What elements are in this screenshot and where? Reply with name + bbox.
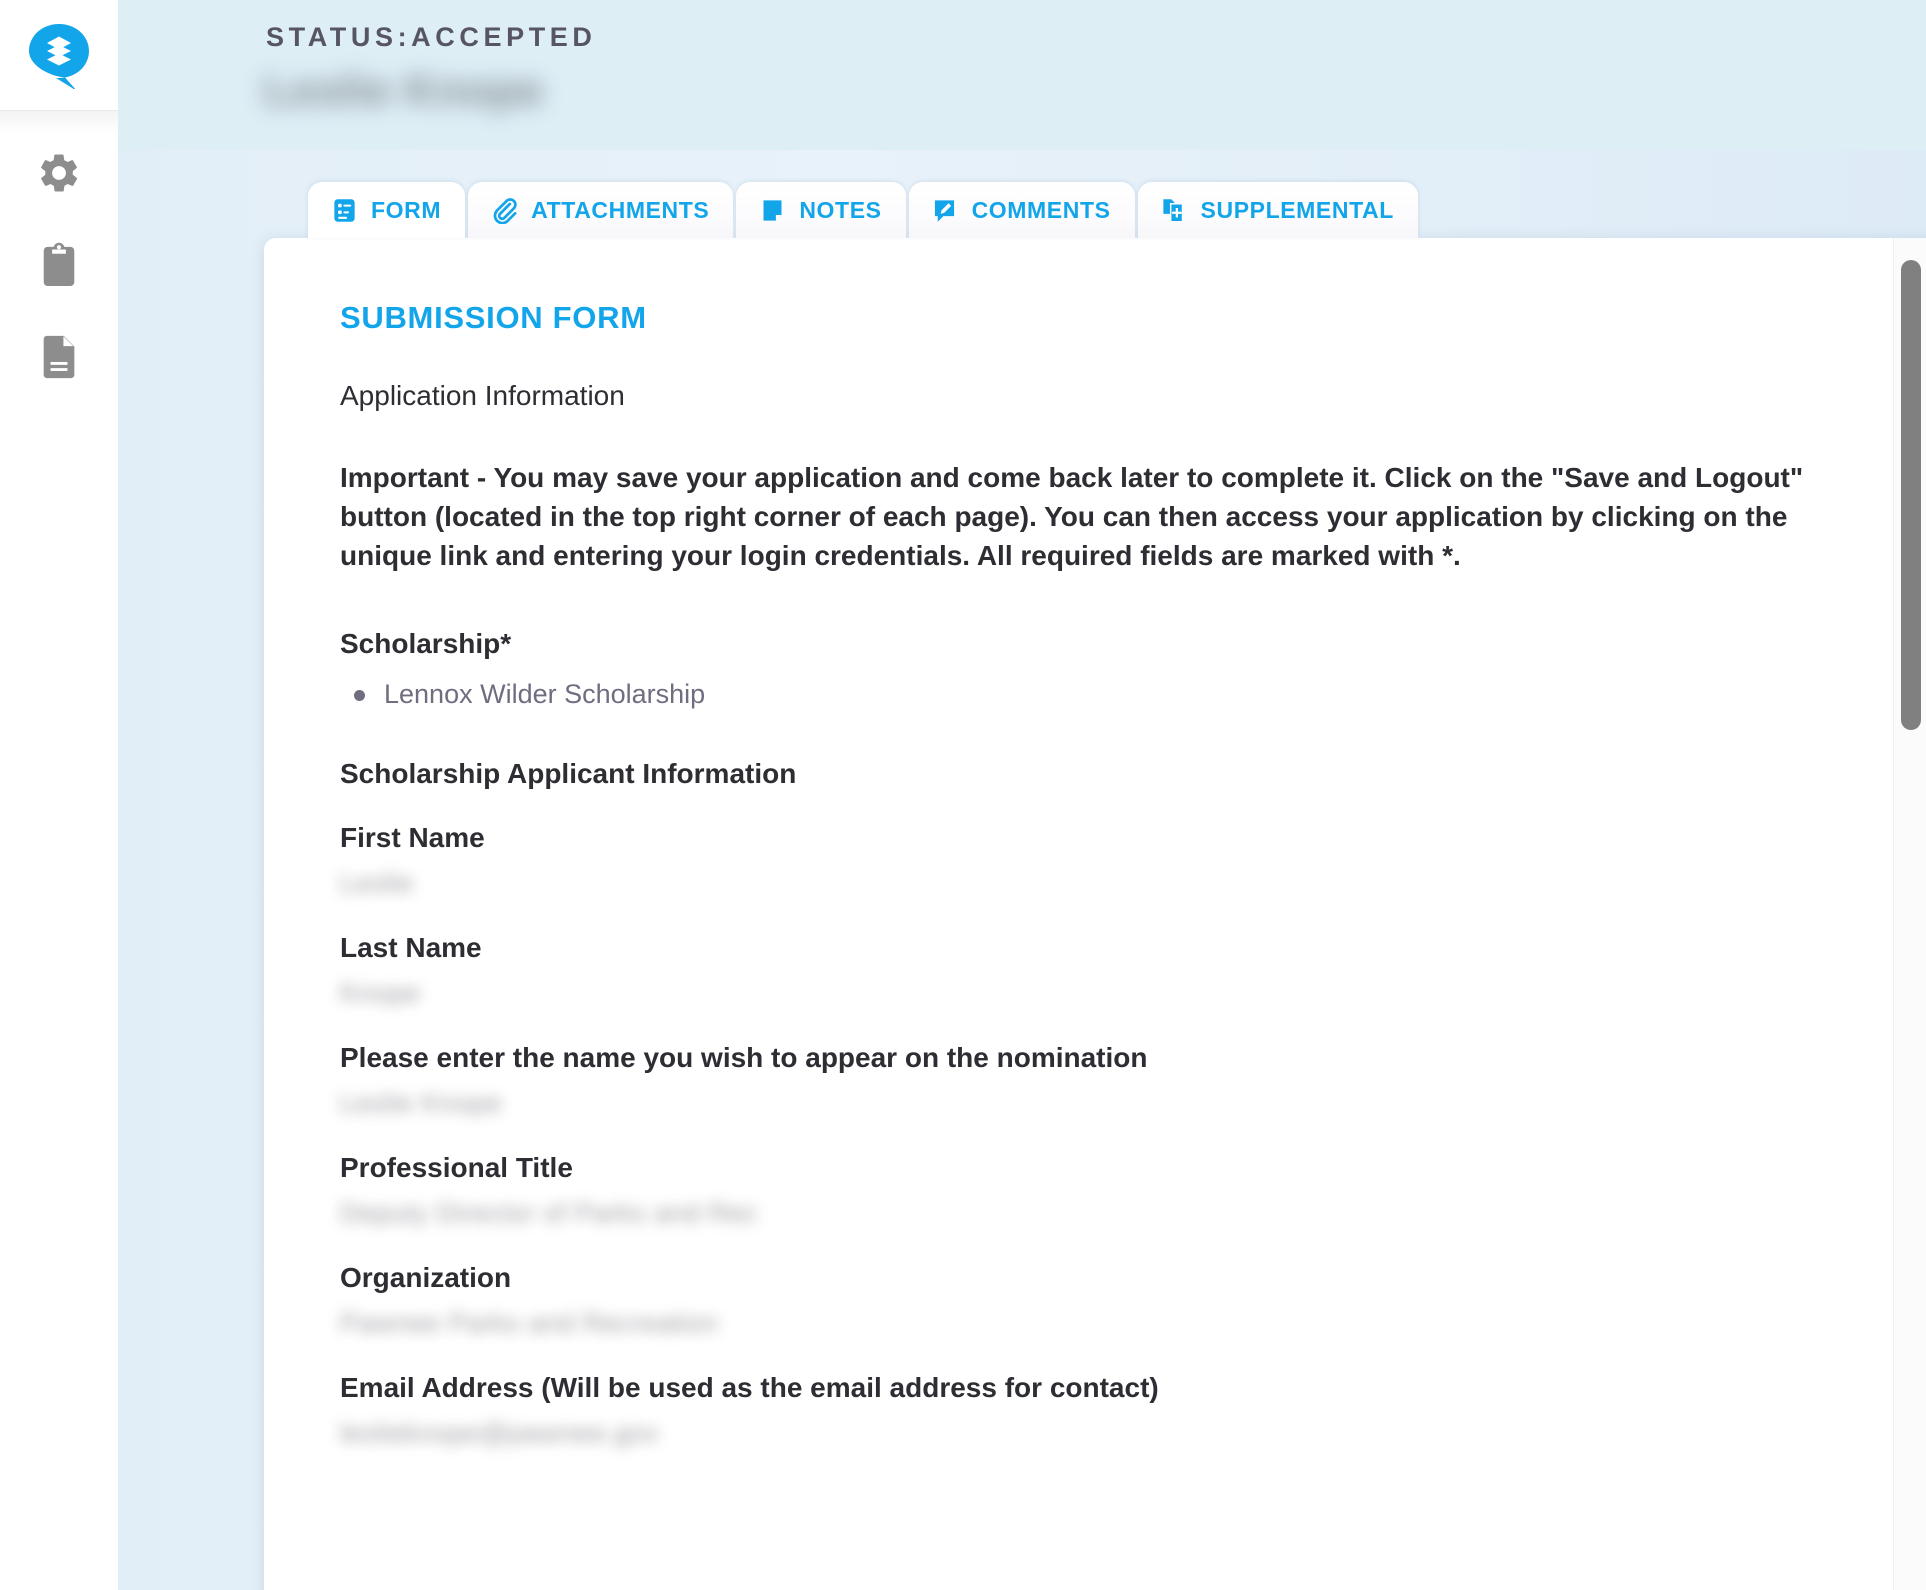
field-value: Pawnee Parks and Recreation <box>340 1308 719 1339</box>
tab-form[interactable]: FORM <box>308 182 466 238</box>
app-root: STATUS:ACCEPTED Leslie Knope FORM ATTACH… <box>0 0 1926 1590</box>
sidebar-item-documents[interactable] <box>35 333 83 381</box>
tab-label: SUPPLEMENTAL <box>1200 196 1394 223</box>
page-title: SUBMISSION FORM <box>340 300 647 335</box>
application-information-subhead: Application Information <box>340 380 625 411</box>
field-label: Email Address (Will be used as the email… <box>340 1372 1159 1404</box>
tab-label: ATTACHMENTS <box>531 196 710 223</box>
form-icon <box>330 196 358 224</box>
clipboard-icon <box>38 242 80 288</box>
scholarship-options-list: Lennox Wilder Scholarship <box>340 674 1866 715</box>
sidebar-nav <box>0 111 118 381</box>
field-professional-title: Professional Title Deputy Director of Pa… <box>340 1152 1866 1232</box>
field-label: First Name <box>340 822 485 854</box>
important-paragraph: Important - You may save your applicatio… <box>340 462 1811 571</box>
field-nomination-name: Please enter the name you wish to appear… <box>340 1042 1866 1122</box>
tab-comments[interactable]: COMMENTS <box>908 182 1135 238</box>
field-value: Leslie <box>340 868 414 899</box>
sidebar-item-clipboard[interactable] <box>35 241 83 289</box>
applicant-section-heading: Scholarship Applicant Information <box>340 758 797 790</box>
form-content: SUBMISSION FORM Application Information … <box>264 238 1866 1452</box>
field-label: Professional Title <box>340 1152 573 1184</box>
field-value: leslieknope@pawnee.gov <box>340 1418 660 1449</box>
field-first-name: First Name Leslie <box>340 822 1866 902</box>
status-badge: STATUS:ACCEPTED <box>266 22 597 52</box>
form-panel: SUBMISSION FORM Application Information … <box>264 238 1926 1590</box>
sidebar <box>0 0 118 1590</box>
field-organization: Organization Pawnee Parks and Recreation <box>340 1262 1866 1342</box>
paperclip-icon <box>490 196 518 224</box>
field-label: Last Name <box>340 932 482 964</box>
field-value: Knope <box>340 978 421 1009</box>
scrollbar-thumb[interactable] <box>1901 260 1921 730</box>
document-icon <box>39 334 79 380</box>
tab-label: COMMENTS <box>971 196 1111 223</box>
tab-bar: FORM ATTACHMENTS NOTES COMMENTS SUPPLEME… <box>308 182 1421 238</box>
comment-pencil-icon <box>931 196 959 224</box>
field-label: Please enter the name you wish to appear… <box>340 1042 1148 1074</box>
note-icon <box>758 196 786 224</box>
sidebar-logo[interactable] <box>0 0 118 111</box>
field-email-address: Email Address (Will be used as the email… <box>340 1372 1866 1452</box>
tab-notes[interactable]: NOTES <box>736 182 906 238</box>
field-last-name: Last Name Knope <box>340 932 1866 1012</box>
list-item: Lennox Wilder Scholarship <box>354 674 1866 715</box>
gear-icon <box>36 150 82 196</box>
scholarship-label: Scholarship* <box>340 627 512 659</box>
field-label: Organization <box>340 1262 512 1294</box>
main-area: STATUS:ACCEPTED Leslie Knope FORM ATTACH… <box>118 0 1926 1590</box>
chat-bubble-logo-icon <box>25 21 93 91</box>
tab-attachments[interactable]: ATTACHMENTS <box>468 182 734 238</box>
field-value: Deputy Director of Parks and Rec <box>340 1198 759 1229</box>
document-plus-icon <box>1160 196 1188 224</box>
form-scroll-area: SUBMISSION FORM Application Information … <box>264 238 1866 1590</box>
tab-supplemental[interactable]: SUPPLEMENTAL <box>1137 182 1418 238</box>
applicant-name: Leslie Knope <box>264 66 544 115</box>
field-value: Leslie Knope <box>340 1088 503 1119</box>
vertical-scrollbar[interactable] <box>1893 238 1926 1590</box>
sidebar-item-settings[interactable] <box>35 149 83 197</box>
tab-label: FORM <box>371 196 442 223</box>
tab-label: NOTES <box>799 196 882 223</box>
